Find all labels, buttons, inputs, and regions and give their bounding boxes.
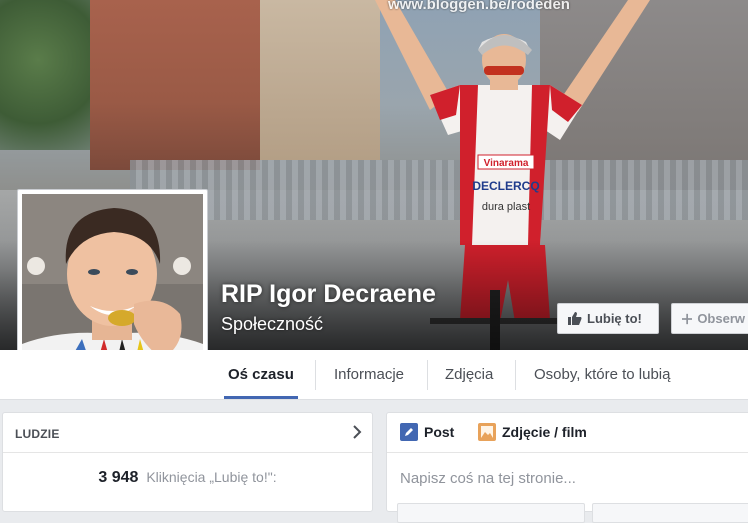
likes-text: Kliknięcia „Lubię to!": xyxy=(146,469,277,485)
cover-tree xyxy=(0,0,95,150)
composer-tab-photo[interactable]: Zdjęcie / film xyxy=(478,423,587,441)
svg-text:Vinarama: Vinarama xyxy=(484,158,529,169)
like-button-label: Lubię to! xyxy=(587,311,642,326)
likes-summary: 3 948 Kliknięcia „Lubię to!": xyxy=(3,469,372,487)
nav-separator xyxy=(515,360,516,390)
composer-option-box[interactable] xyxy=(592,503,748,523)
composer-option-box[interactable] xyxy=(397,503,585,523)
plus-icon xyxy=(682,313,693,324)
composer-input[interactable]: Napisz coś na tej stronie... xyxy=(400,470,576,487)
cover-building-left xyxy=(90,0,260,170)
photo-icon xyxy=(478,423,496,441)
follow-button[interactable]: Obserw xyxy=(671,303,748,334)
pencil-icon xyxy=(400,423,418,441)
composer-tab-photo-label: Zdjęcie / film xyxy=(502,424,587,440)
likes-count[interactable]: 3 948 xyxy=(98,469,138,486)
post-composer: Post Zdjęcie / film Napisz coś na tej st… xyxy=(386,412,748,523)
page-title: RIP Igor Decraene xyxy=(221,280,436,308)
tab-timeline[interactable]: Oś czasu xyxy=(224,350,298,399)
cover-watermark: www.bloggen.be/rodeden xyxy=(388,0,570,13)
profile-photo-graphic xyxy=(22,194,203,374)
people-card-header[interactable]: LUDZIE xyxy=(3,413,372,453)
people-card-title: LUDZIE xyxy=(15,427,60,441)
composer-tab-post-label: Post xyxy=(424,424,455,440)
follow-button-label: Obserw xyxy=(697,311,745,326)
like-button[interactable]: Lubię to! xyxy=(557,303,659,334)
composer-tabs: Post Zdjęcie / film xyxy=(387,413,748,453)
tab-photos[interactable]: Zdjęcia xyxy=(445,350,493,399)
chevron-right-icon[interactable] xyxy=(352,425,362,439)
composer-tab-post[interactable]: Post xyxy=(400,423,454,441)
page-nav-bar: Oś czasu Informacje Zdjęcia Osoby, które… xyxy=(0,350,748,400)
tab-likes[interactable]: Osoby, które to lubią xyxy=(534,350,670,399)
nav-separator xyxy=(427,360,428,390)
nav-separator xyxy=(315,360,316,390)
page-category[interactable]: Społeczność xyxy=(221,314,323,335)
profile-picture[interactable] xyxy=(22,194,203,374)
svg-text:DECLERCQ: DECLERCQ xyxy=(472,179,539,193)
svg-text:dura plast: dura plast xyxy=(482,201,530,213)
tab-about[interactable]: Informacje xyxy=(334,350,404,399)
people-card: LUDZIE 3 948 Kliknięcia „Lubię to!": xyxy=(2,412,373,512)
thumbs-up-icon xyxy=(568,312,582,325)
